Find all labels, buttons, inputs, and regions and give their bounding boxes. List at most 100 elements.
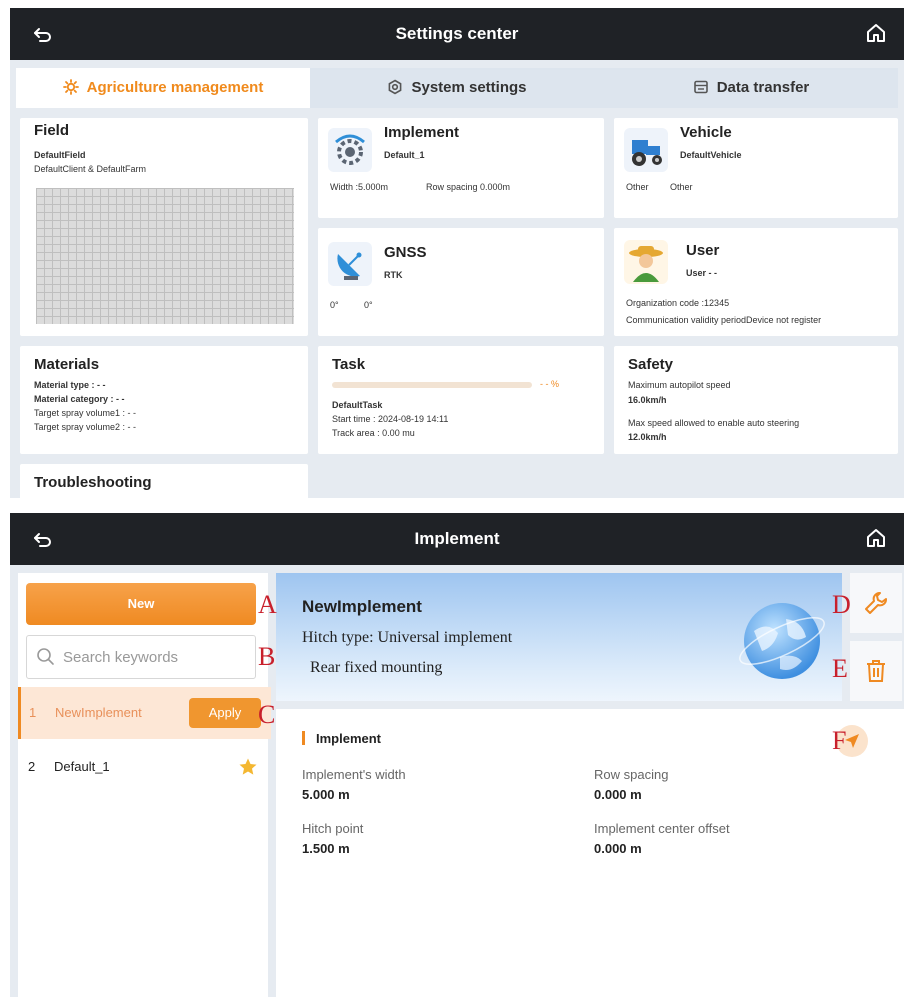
marker-a: A bbox=[258, 590, 277, 619]
user-name: User - - bbox=[686, 268, 718, 278]
card-title: Safety bbox=[628, 356, 674, 373]
mounting-type: Rear fixed mounting bbox=[310, 659, 443, 676]
hitch-type: Hitch type: Universal implement bbox=[302, 629, 513, 646]
farmer-avatar-icon bbox=[624, 240, 668, 284]
target-spray-volume-2: Target spray volume2 : - - bbox=[34, 422, 137, 432]
implement-name: NewImplement bbox=[302, 597, 422, 616]
list-item-index: 1 bbox=[29, 705, 37, 720]
card-title: Implement bbox=[384, 124, 460, 141]
tab-label: System settings bbox=[411, 79, 527, 96]
tab-agriculture-management[interactable]: Agriculture management bbox=[16, 68, 310, 108]
gnss-lat: 0° bbox=[330, 300, 339, 310]
implement-icon bbox=[328, 128, 372, 172]
list-item[interactable]: 2 Default_1 bbox=[18, 741, 268, 793]
card-title: Vehicle bbox=[680, 124, 732, 141]
section-title: Implement bbox=[316, 731, 382, 746]
card-title: User bbox=[686, 242, 720, 259]
center-offset-value: 0.000 m bbox=[594, 841, 642, 856]
new-implement-button[interactable]: New bbox=[26, 583, 256, 625]
marker-e: E bbox=[832, 654, 848, 683]
material-type: Material type : - - bbox=[34, 380, 106, 390]
implement-details-panel: Implement Implement's width 5.000 m Row … bbox=[276, 709, 904, 997]
page-title: Settings center bbox=[395, 24, 519, 43]
card-title: Task bbox=[332, 356, 366, 373]
implement-screen: Implement New 1 NewImplement Apply 2 Def… bbox=[10, 513, 904, 997]
center-offset-label: Implement center offset bbox=[594, 821, 730, 836]
marker-f: F bbox=[832, 726, 847, 755]
tab-data-transfer[interactable]: Data transfer bbox=[604, 68, 898, 108]
top-bar: Settings center bbox=[10, 8, 904, 60]
hitch-point-value: 1.500 m bbox=[302, 841, 350, 856]
top-bar: Implement bbox=[10, 513, 904, 565]
gnss-lon: 0° bbox=[364, 300, 373, 310]
search-icon bbox=[37, 648, 54, 665]
field-card[interactable]: Field DefaultField DefaultClient & Defau… bbox=[20, 118, 308, 336]
tab-label: Data transfer bbox=[716, 79, 810, 96]
card-title: GNSS bbox=[384, 244, 427, 261]
task-name: DefaultTask bbox=[332, 400, 383, 410]
implement-list-panel: New 1 NewImplement Apply 2 Default_1 bbox=[18, 573, 271, 997]
vehicle-info-1: Other bbox=[626, 182, 649, 192]
card-title: Field bbox=[34, 122, 70, 139]
user-card[interactable]: User User - - Organization code :12345 C… bbox=[614, 228, 898, 336]
implement-card[interactable]: Implement Default_1 Width :5.000m Row sp… bbox=[318, 118, 604, 218]
card-title: Troubleshooting bbox=[34, 474, 152, 491]
settings-center-screen: Settings center Agriculture management S… bbox=[10, 8, 904, 498]
search-input[interactable] bbox=[61, 636, 250, 678]
vehicle-name: DefaultVehicle bbox=[680, 150, 742, 160]
card-title: Materials bbox=[34, 356, 100, 373]
implement-width-label: Implement's width bbox=[302, 767, 406, 782]
list-item-name: Default_1 bbox=[54, 759, 110, 774]
field-owner: DefaultClient & DefaultFarm bbox=[34, 164, 147, 174]
user-validity: Communication validity periodDevice not … bbox=[626, 315, 822, 325]
implement-row-spacing: Row spacing 0.000m bbox=[426, 182, 511, 192]
vehicle-card[interactable]: Vehicle DefaultVehicle Other Other bbox=[614, 118, 898, 218]
implement-width-value: 5.000 m bbox=[302, 787, 350, 802]
gnss-card[interactable]: GNSS RTK 0° 0° bbox=[318, 228, 604, 336]
gear-sun-icon bbox=[62, 79, 79, 95]
list-item[interactable]: 1 NewImplement Apply bbox=[18, 687, 271, 739]
max-autopilot-speed-value: 16.0km/h bbox=[628, 395, 667, 405]
task-card[interactable]: Task - - % DefaultTask Start time : 2024… bbox=[318, 346, 604, 454]
troubleshooting-card[interactable]: Troubleshooting bbox=[20, 464, 308, 498]
storage-icon bbox=[693, 80, 708, 94]
globe-icon bbox=[739, 603, 825, 679]
material-category: Material category : - - bbox=[34, 394, 125, 404]
tab-system-settings[interactable]: System settings bbox=[310, 68, 604, 108]
search-box bbox=[26, 635, 256, 679]
task-start-time: Start time : 2024-08-19 14:11 bbox=[332, 414, 449, 424]
gear-icon bbox=[389, 79, 402, 95]
materials-card[interactable]: Materials Material type : - - Material c… bbox=[20, 346, 308, 454]
list-item-index: 2 bbox=[28, 759, 36, 774]
page-title: Implement bbox=[414, 529, 500, 548]
favorite-star-icon[interactable] bbox=[238, 757, 258, 777]
tab-label: Agriculture management bbox=[86, 79, 264, 96]
home-icon[interactable] bbox=[864, 21, 888, 45]
safety-card[interactable]: Safety Maximum autopilot speed 16.0km/h … bbox=[614, 346, 898, 454]
tractor-icon bbox=[624, 128, 668, 172]
auto-steer-speed-label: Max speed allowed to enable auto steerin… bbox=[628, 418, 800, 428]
marker-d: D bbox=[832, 590, 851, 619]
edit-implement-button[interactable] bbox=[850, 573, 902, 633]
max-autopilot-speed-label: Maximum autopilot speed bbox=[628, 380, 731, 390]
row-spacing-label: Row spacing bbox=[594, 767, 669, 782]
trash-icon bbox=[867, 660, 885, 682]
apply-button[interactable]: Apply bbox=[189, 698, 261, 728]
auto-steer-speed-value: 12.0km/h bbox=[628, 432, 667, 442]
implement-width: Width :5.000m bbox=[330, 182, 389, 192]
task-progress-label: - - % bbox=[540, 379, 559, 389]
implement-banner: NewImplement Hitch type: Universal imple… bbox=[276, 573, 842, 701]
task-track-area: Track area : 0.00 mu bbox=[332, 428, 415, 438]
satellite-dish-icon bbox=[328, 242, 372, 286]
home-icon[interactable] bbox=[864, 526, 888, 550]
list-item-name: NewImplement bbox=[55, 705, 142, 720]
field-map-grid bbox=[36, 188, 294, 324]
wrench-icon bbox=[865, 592, 887, 614]
vehicle-info-2: Other bbox=[670, 182, 693, 192]
marker-b: B bbox=[258, 642, 276, 671]
section-marker bbox=[302, 731, 305, 745]
hitch-point-label: Hitch point bbox=[302, 821, 364, 836]
target-spray-volume-1: Target spray volume1 : - - bbox=[34, 408, 137, 418]
tab-bar: Agriculture management System settings D… bbox=[16, 68, 898, 108]
delete-implement-button[interactable] bbox=[850, 641, 902, 701]
